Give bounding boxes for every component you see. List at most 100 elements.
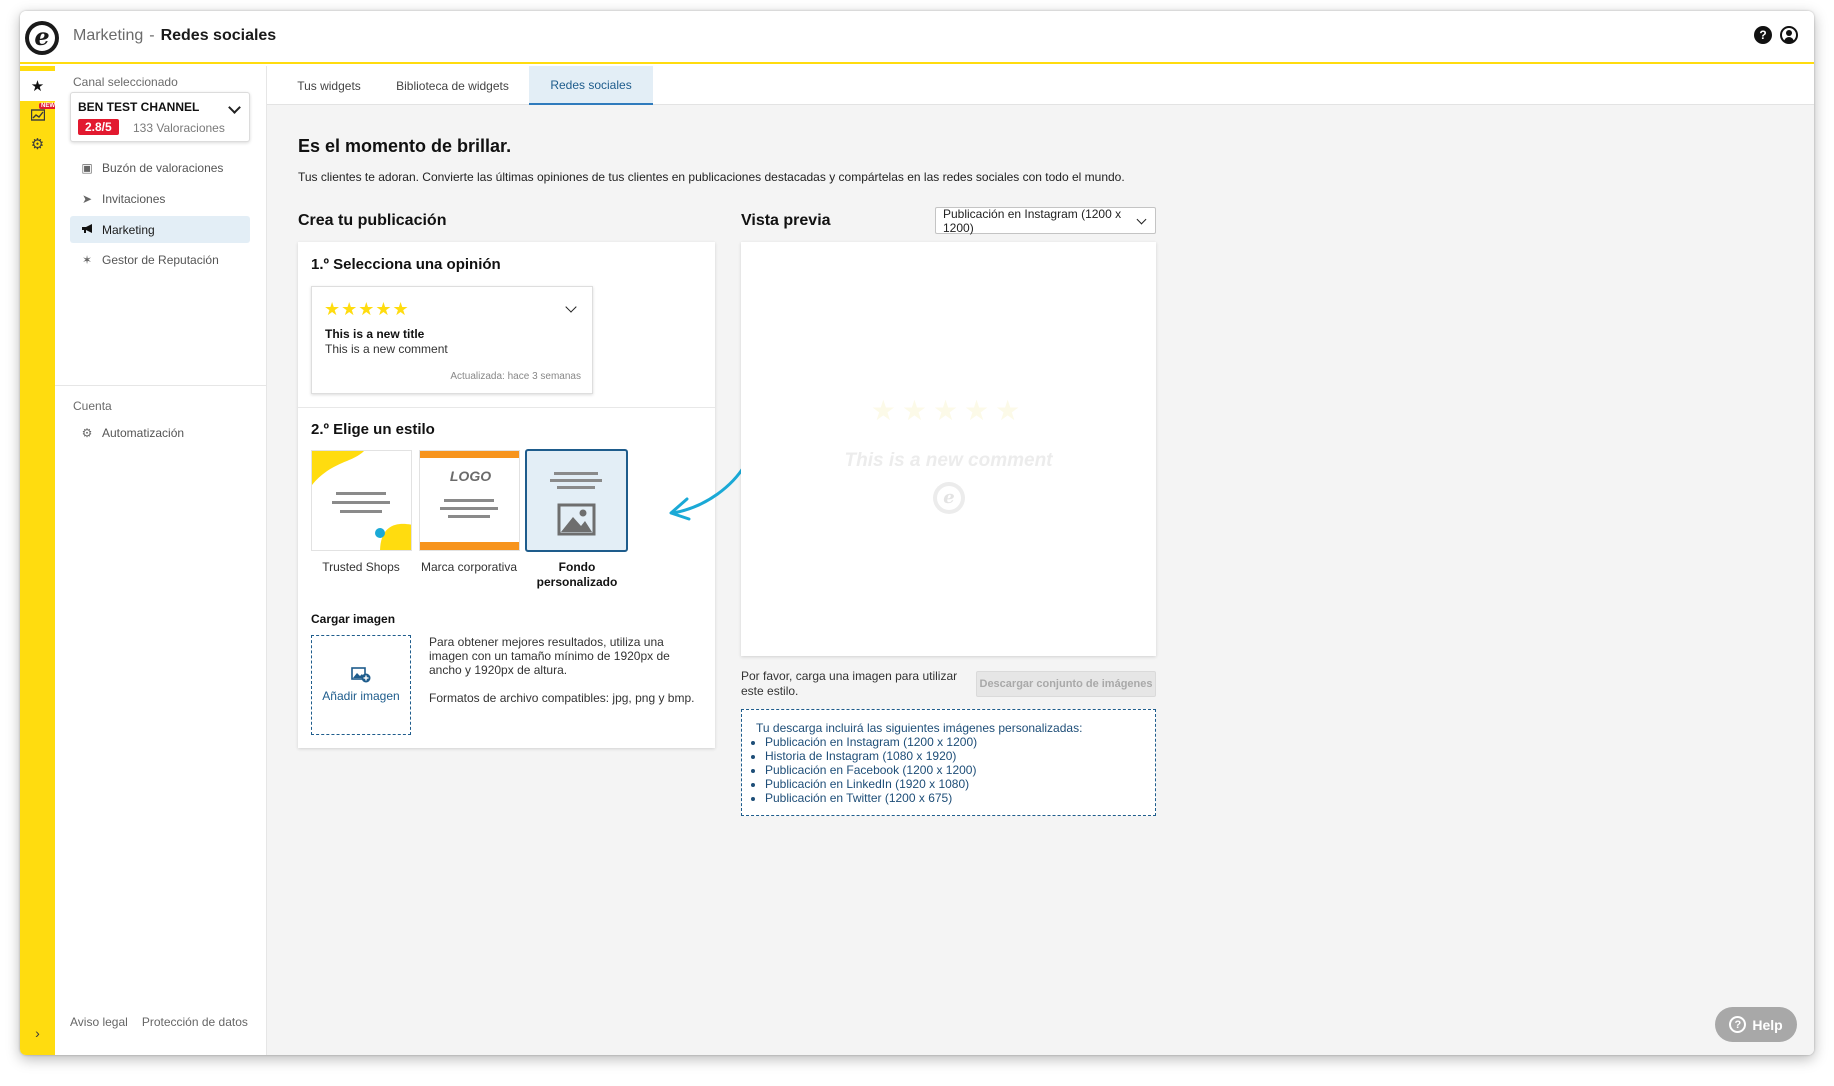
download-list-item: Publicación en Instagram (1200 x 1200) [765,735,1155,749]
preview-format-value: Publicación en Instagram (1200 x 1200) [943,206,1122,235]
logo-letter: e [29,25,55,51]
robot-icon: ⚙ [81,425,93,440]
style-option-corporate[interactable]: LOGO [419,450,520,551]
sidebar-item-automation[interactable]: ⚙ Automatización [70,419,250,446]
download-list-item: Publicación en Facebook (1200 x 1200) [765,763,1155,777]
arrow-pointer-icon [669,463,747,521]
preview-note: Por favor, carga una imagen para utiliza… [741,669,958,698]
preview-canvas: ★★★★★ This is a new comment e [741,242,1156,656]
sidebar-item-invitations[interactable]: ➤ Invitaciones [70,185,250,212]
top-header: e Marketing - Redes sociales ? [20,11,1814,64]
review-selector[interactable]: ★★★★★ This is a new title This is a new … [311,286,593,394]
image-icon [550,472,602,536]
breadcrumb: Marketing - Redes sociales [73,27,276,45]
breadcrumb-separator: - [149,27,155,44]
chevron-down-icon [565,301,577,313]
breadcrumb-parent[interactable]: Marketing [73,27,143,44]
add-image-label: Añadir imagen [322,689,400,703]
download-list-item: Publicación en Twitter (1200 x 675) [765,791,1155,805]
sidebar: Canal seleccionado BEN TEST CHANNEL 2.8/… [55,66,267,1055]
tab-social-media[interactable]: Redes sociales [529,66,653,105]
page-title: Es el momento de brillar. [298,136,512,156]
review-updated: Actualizada: hace 3 semanas [450,371,581,382]
create-card: 1.º Selecciona una opinión ★★★★★ This is… [298,242,715,748]
sparkle-icon: ✶ [81,252,93,267]
sidebar-item-label: Automatización [102,425,185,440]
preview-comment: This is a new comment [844,450,1053,471]
review-stars: ★★★★★ [324,299,410,319]
send-icon: ➤ [81,191,93,206]
upload-info-size: Para obtener mejores resultados, utiliza… [429,635,670,677]
step2-title: 2.º Elige un estilo [311,421,435,438]
channel-name: BEN TEST CHANNEL [78,100,200,114]
gear-icon[interactable]: ⚙ [20,129,55,159]
chevron-down-icon [228,101,241,114]
preview-logo-icon: e [933,482,965,514]
app-window: e Marketing - Redes sociales ? ★ NEW ⚙ › C… [20,11,1814,1055]
sidebar-item-label: Gestor de Reputación [102,252,219,267]
inbox-icon: ▣ [81,160,93,175]
style-label-corporate: Marca corporativa [420,560,518,574]
preview-format-select[interactable]: Publicación en Instagram (1200 x 1200) [935,206,1156,235]
sidebar-item-reputation[interactable]: ✶ Gestor de Reputación [70,246,250,273]
sidebar-item-label: Buzón de valoraciones [102,160,224,175]
sidebar-item-label: Invitaciones [102,191,166,206]
header-actions: ? [1754,26,1798,44]
add-image-button[interactable]: Añadir imagen [311,635,411,735]
sidebar-footer: Aviso legal Protección de datos [70,1015,248,1029]
legal-link[interactable]: Aviso legal [70,1015,128,1029]
add-image-icon [351,667,371,683]
download-list-item: Publicación en LinkedIn (1920 x 1080) [765,777,1155,791]
review-count: 133 Valoraciones [133,121,225,135]
app-rail: ★ NEW ⚙ › [20,66,57,1055]
upload-info-formats: Formatos de archivo compatibles: jpg, pn… [429,691,695,705]
download-info-box: Tu descarga incluirá las siguientes imág… [741,709,1156,816]
question-icon[interactable]: ? [1754,26,1772,44]
sidebar-item-label: Marketing [102,222,155,237]
help-button[interactable]: ? Help [1715,1007,1797,1042]
logo-placeholder-text: LOGO [449,468,492,484]
preview-logo-letter: e [937,486,961,510]
channel-label: Canal seleccionado [73,75,178,89]
upload-title: Cargar imagen [311,612,396,626]
tab-widget-library[interactable]: Biblioteca de widgets [385,66,520,105]
sidebar-item-inbox[interactable]: ▣ Buzón de valoraciones [70,154,250,181]
breadcrumb-current: Redes sociales [160,27,277,44]
style-option-custom-background[interactable] [525,449,628,552]
step1-title: 1.º Selecciona una opinión [311,256,501,273]
tab-bar: Tus widgets Biblioteca de widgets Redes … [267,66,1814,105]
user-icon[interactable] [1780,26,1798,44]
preview-title: Vista previa [741,212,831,229]
download-list-item: Historia de Instagram (1080 x 1920) [765,749,1155,763]
megaphone-icon [77,223,97,237]
style-label-custom-background: Fondo personalizado [536,560,618,589]
sidebar-item-marketing[interactable]: Marketing [70,216,250,243]
main-content: Tus widgets Biblioteca de widgets Redes … [267,66,1814,1055]
card-divider [298,407,715,408]
download-intro: Tu descarga incluirá las siguientes imág… [756,721,1083,735]
chart-new-icon[interactable]: NEW [20,100,57,130]
trusted-shops-logo[interactable]: e [25,21,59,55]
preview-stars: ★★★★★ [870,395,1027,426]
star-icon[interactable]: ★ [20,71,55,101]
style-label-trusted-shops: Trusted Shops [322,560,400,574]
chevron-right-icon[interactable]: › [20,1025,55,1041]
page-subtitle: Tus clientes te adoran. Convierte las úl… [298,170,1125,184]
create-title: Crea tu publicación [298,212,447,229]
download-images-button[interactable]: Descargar conjunto de imágenes [976,671,1156,697]
tab-your-widgets[interactable]: Tus widgets [282,66,376,105]
rating-badge: 2.8/5 [78,119,119,135]
channel-selector[interactable]: BEN TEST CHANNEL 2.8/5 133 Valoraciones [70,92,250,142]
trusted-shops-style-thumbnail [312,451,411,550]
upload-info: Para obtener mejores resultados, utiliza… [429,635,704,719]
account-label: Cuenta [73,399,112,413]
privacy-link[interactable]: Protección de datos [142,1015,248,1029]
download-list: Publicación en Instagram (1200 x 1200) H… [765,735,1155,805]
style-option-trusted-shops[interactable] [311,450,412,551]
review-title: This is a new title [325,327,425,341]
question-icon: ? [1729,1016,1747,1033]
review-comment: This is a new comment [325,342,448,356]
corporate-style-thumbnail [420,451,519,550]
help-label: Help [1752,1016,1783,1033]
